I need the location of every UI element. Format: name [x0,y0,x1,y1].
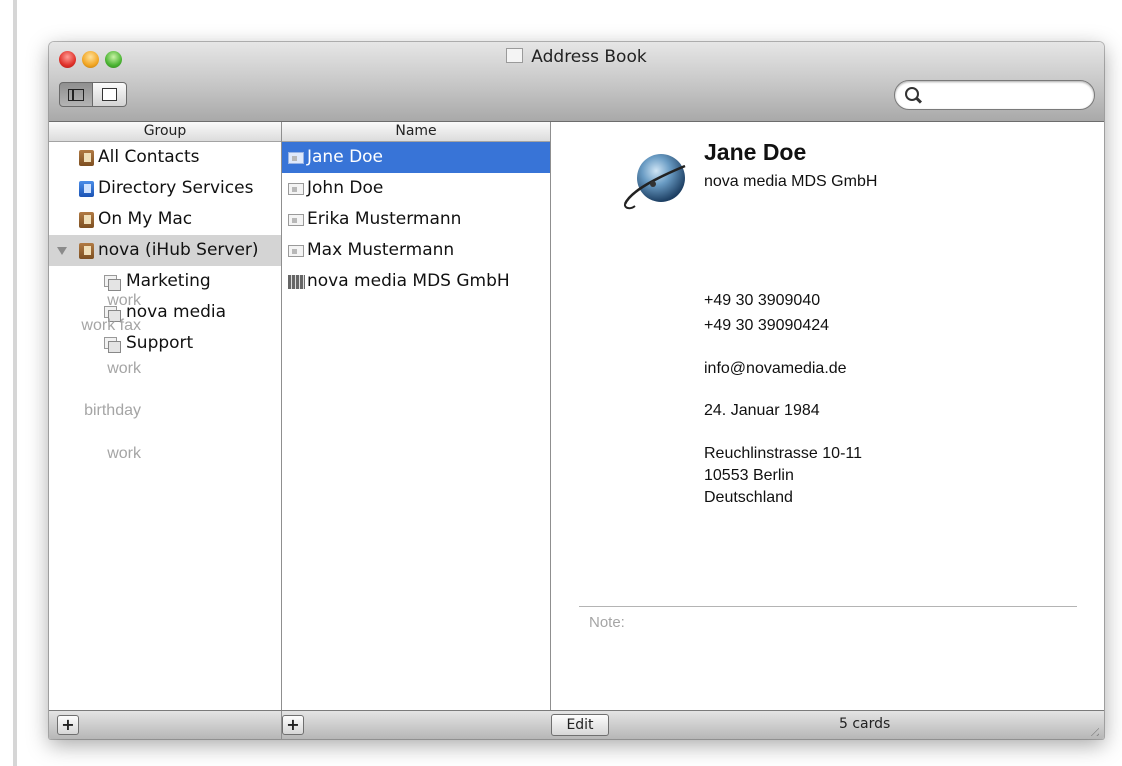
search-icon [905,87,919,101]
address-book-icon [79,150,94,166]
field-value[interactable]: +49 30 39090424 [704,315,829,337]
card-only-view-button[interactable] [93,82,127,107]
group-item-directory-services[interactable]: Directory Services [49,173,281,204]
resize-grip-icon[interactable] [1087,724,1099,736]
address-line-street[interactable]: Reuchlinstrasse 10-11 [704,443,862,465]
contact-card: Jane Doe nova media MDS GmbH work +49 30… [81,122,1104,710]
name-item-label: nova media MDS GmbH [307,271,510,291]
name-item-label: Max Mustermann [307,240,455,260]
address-book-icon [79,212,94,228]
name-column-header[interactable]: Name [282,122,550,142]
edit-button[interactable]: Edit [551,714,609,736]
group-item-nova-ihub-server[interactable]: nova (iHub Server) [49,235,281,266]
disclosure-triangle-icon[interactable] [57,247,67,255]
card-and-columns-icon [68,88,84,101]
address-book-icon [79,243,94,259]
name-item-max-mustermann[interactable]: Max Mustermann [282,235,550,266]
window-title: Address Book [49,47,1104,67]
card-only-icon [102,88,117,101]
name-item-john-doe[interactable]: John Doe [282,173,550,204]
name-item-jane-doe[interactable]: Jane Doe [282,142,550,173]
document-proxy-icon[interactable] [506,48,524,63]
group-column-header[interactable]: Group [49,122,281,142]
field-label[interactable]: work [49,290,141,312]
field-value[interactable]: 24. Januar 1984 [704,400,820,422]
group-item-label: Marketing [126,271,211,291]
page-edge-rule [13,0,17,766]
group-item-label: Directory Services [98,178,254,198]
view-switcher [59,82,127,107]
contact-avatar-globe-icon[interactable] [621,150,691,212]
address-line-city[interactable]: 10553 Berlin [704,465,794,487]
address-line-country[interactable]: Deutschland [704,487,793,509]
group-item-all-contacts[interactable]: All Contacts [49,142,281,173]
field-label[interactable]: work [49,358,141,380]
note-label[interactable]: Note: [589,614,625,631]
add-contact-button[interactable]: + [282,715,304,735]
title-toolbar: Address Book [49,42,1104,122]
name-item-nova-media-mds-gmbh[interactable]: nova media MDS GmbH [282,266,550,297]
field-value[interactable]: +49 30 3909040 [704,290,820,312]
card-icon [288,214,304,226]
add-group-button[interactable]: + [57,715,79,735]
window-title-text: Address Book [531,47,647,67]
card-icon [288,183,304,195]
card-icon [288,245,304,257]
field-label[interactable]: work [49,443,141,465]
contact-name: Jane Doe [704,139,807,165]
group-item-label: nova media [126,302,227,322]
name-item-erika-mustermann[interactable]: Erika Mustermann [282,204,550,235]
address-book-window: Address Book Group All Contacts Director… [49,42,1104,739]
name-item-label: John Doe [307,178,384,198]
field-label[interactable]: birthday [49,400,141,422]
directory-icon [79,181,94,197]
group-item-on-my-mac[interactable]: On My Mac [49,204,281,235]
group-item-label: On My Mac [98,209,193,229]
company-icon [288,275,305,289]
name-column: Name Jane Doe John Doe Erika Mustermann … [282,122,551,710]
contact-company: nova media MDS GmbH [704,173,878,190]
search-field[interactable] [894,80,1095,110]
card-count: 5 cards [839,716,891,732]
field-value[interactable]: info@novamedia.de [704,358,847,380]
field-label[interactable]: work fax [49,315,141,337]
note-divider [579,606,1077,607]
bottom-bar: + + Edit 5 cards [49,710,1104,739]
group-icon [104,275,121,291]
group-item-label: nova (iHub Server) [98,240,259,260]
card-icon [288,152,304,164]
card-and-columns-view-button[interactable] [59,82,93,107]
group-item-label: All Contacts [98,147,200,167]
name-item-label: Jane Doe [307,147,384,167]
name-item-label: Erika Mustermann [307,209,462,229]
group-icon [104,337,121,353]
